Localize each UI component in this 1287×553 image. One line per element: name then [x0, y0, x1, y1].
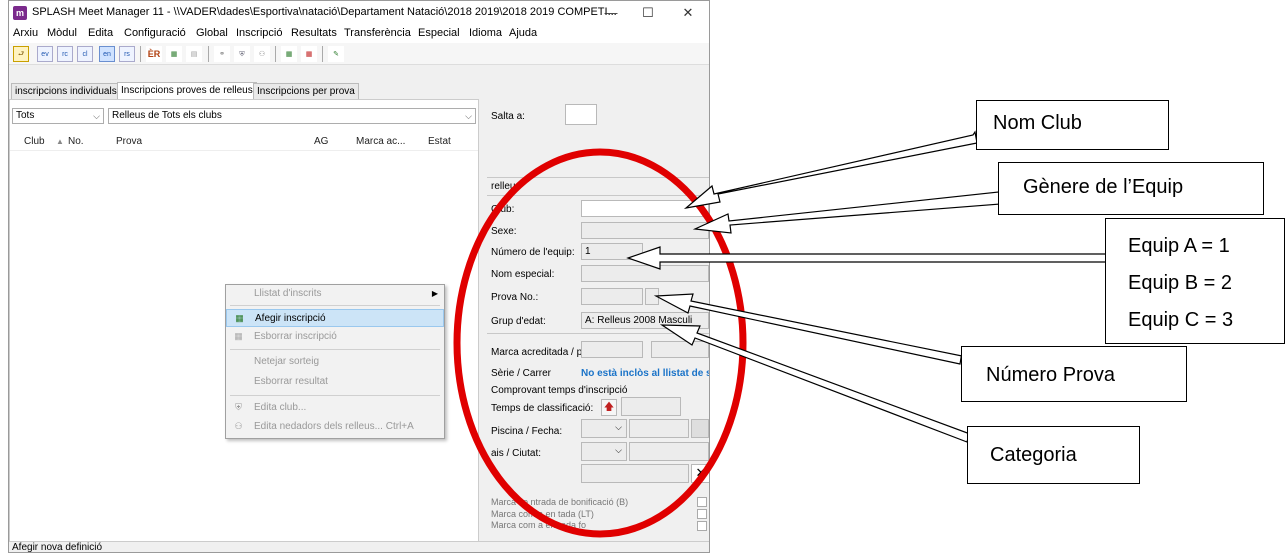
callout-genere: Gènere de l’Equip	[998, 162, 1264, 215]
arrow-categoria	[659, 324, 971, 443]
arrow-numero-prova	[653, 293, 963, 365]
callout-equip: Equip A = 1 Equip B = 2 Equip C = 3	[1105, 218, 1285, 344]
callout-text: Categoria	[990, 444, 1077, 466]
callout-text: Gènere de l’Equip	[1023, 176, 1184, 198]
highlight-ellipse	[453, 148, 747, 538]
callout-text: Nom Club	[993, 112, 1082, 134]
callout-numero-prova: Número Prova	[961, 346, 1187, 402]
arrow-genere	[692, 187, 1002, 234]
callout-text: Número Prova	[986, 364, 1115, 386]
callout-text: Equip A = 1	[1128, 235, 1230, 257]
callout-text: Equip C = 3	[1128, 309, 1234, 331]
arrow-equip	[626, 246, 1130, 270]
callout-text: Equip B = 2	[1128, 272, 1232, 294]
callout-nom-club: Nom Club	[976, 100, 1169, 150]
callout-categoria: Categoria	[967, 426, 1140, 484]
arrow-nom-club	[683, 130, 978, 209]
